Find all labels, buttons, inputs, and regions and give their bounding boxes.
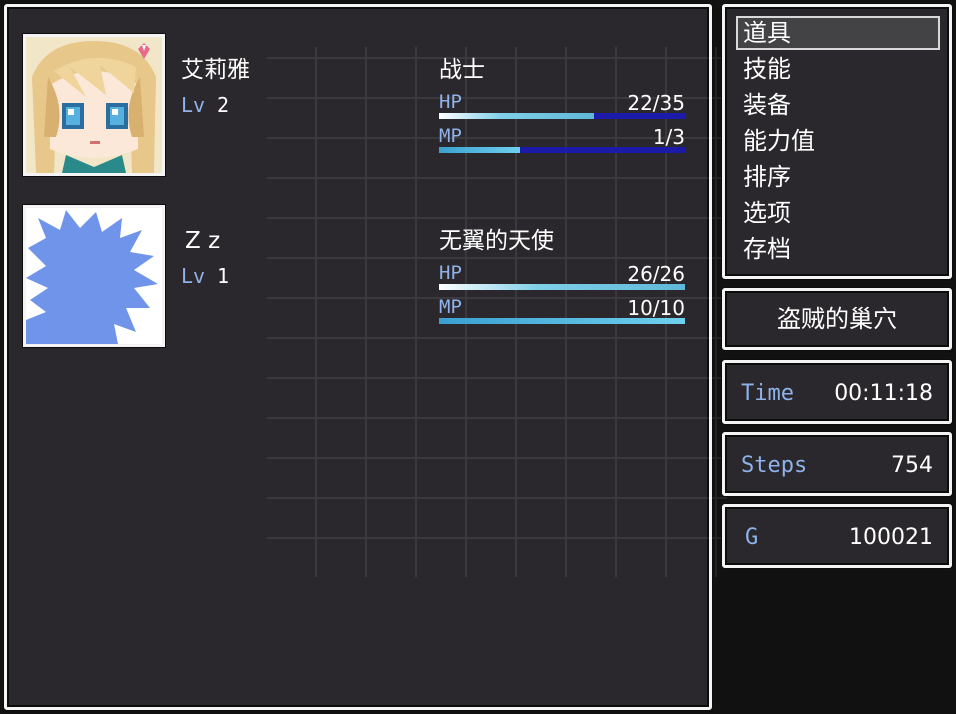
hp-label: HP	[439, 262, 462, 284]
menu-item-items[interactable]: 道具	[743, 21, 791, 45]
hp-value: 22/35	[627, 91, 685, 115]
mp-gauge-fill	[439, 147, 521, 153]
member-2-level-label: Lv	[181, 264, 206, 288]
member-2-level: 1	[217, 264, 230, 288]
member-1-hp-gauge: HP 22/35	[439, 93, 685, 119]
gold-label: G	[745, 525, 759, 550]
member-1-level-label: Lv	[181, 93, 206, 117]
menu-item-formation[interactable]: 排序	[743, 165, 791, 189]
steps-window: Steps 754	[722, 432, 952, 496]
mp-value: 1/3	[652, 125, 685, 149]
mp-gauge-track	[439, 147, 685, 153]
steps-value: 754	[891, 453, 933, 478]
hp-label: HP	[439, 91, 462, 113]
hp-value: 26/26	[627, 262, 685, 286]
party-status-window: 艾莉雅 Lv 2 战士 HP 22/35 MP 1/3 Z z Lv 1 无翼的…	[4, 4, 727, 710]
location-name: 盗贼的巢穴	[777, 305, 897, 333]
member-2-name: Z z	[185, 228, 221, 254]
member-2-mp-gauge: MP 10/10	[439, 298, 685, 324]
command-menu-window: 道具 技能 装备 能力值 排序 选项 存档	[722, 4, 952, 279]
playtime-window: Time 00:11:18	[722, 360, 952, 424]
member-1-level: 2	[217, 93, 230, 117]
time-value: 00:11:18	[834, 381, 933, 406]
menu-item-save[interactable]: 存档	[743, 237, 791, 261]
mp-value: 10/10	[627, 296, 685, 320]
member-2-hp-gauge: HP 26/26	[439, 264, 685, 290]
member-1-mp-gauge: MP 1/3	[439, 127, 685, 153]
menu-item-status[interactable]: 能力值	[743, 129, 815, 153]
menu-item-skills[interactable]: 技能	[743, 57, 791, 81]
portrait-member-1[interactable]	[23, 34, 165, 176]
member-1-class: 战士	[439, 57, 485, 83]
portrait-member-2[interactable]	[23, 205, 165, 347]
blonde-girl-portrait-icon	[26, 37, 162, 173]
blue-silhouette-portrait-icon	[26, 208, 162, 344]
menu-item-options[interactable]: 选项	[743, 201, 791, 225]
mp-label: MP	[439, 296, 462, 318]
member-2-class: 无翼的天使	[439, 228, 554, 254]
member-1-name: 艾莉雅	[181, 57, 250, 83]
steps-label: Steps	[741, 453, 808, 478]
menu-item-equip[interactable]: 装备	[743, 93, 791, 117]
mp-label: MP	[439, 125, 462, 147]
hp-gauge-fill	[439, 113, 594, 119]
gold-window: G 100021	[722, 504, 952, 568]
time-label: Time	[741, 381, 794, 406]
gold-value: 100021	[849, 525, 933, 550]
location-window: 盗贼的巢穴	[722, 288, 952, 350]
